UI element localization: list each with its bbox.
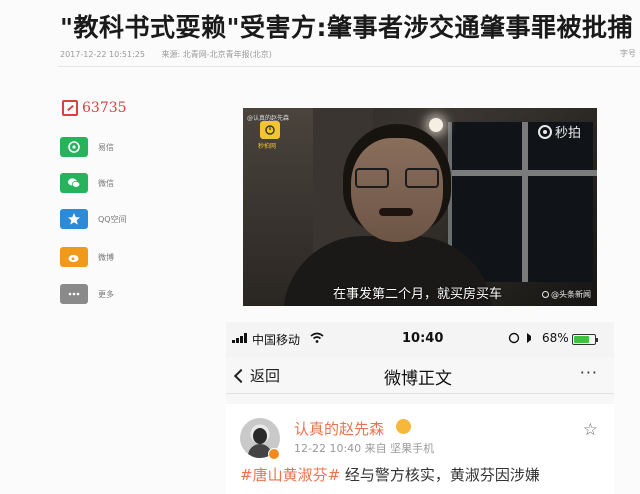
status-time: 10:40	[402, 331, 444, 346]
video-window	[448, 122, 597, 282]
weibo-watermark-icon	[542, 291, 549, 298]
miaopai-logo-icon	[260, 121, 280, 139]
more-options-button[interactable]: ···	[580, 363, 598, 382]
share-label: 微博	[98, 252, 114, 262]
share-label: 微信	[98, 178, 114, 188]
article-timestamp: 2017-12-22 10:51:25	[60, 50, 145, 59]
back-button[interactable]: 返回	[233, 365, 280, 386]
comment-edit-icon	[62, 100, 78, 116]
video-person-glasses	[355, 168, 439, 188]
wechat-icon	[60, 173, 88, 193]
signal-icon	[232, 333, 247, 343]
video-player[interactable]: @认真的赵先森 秒拍网 秒拍 在事发第二个月，就买房买车 @头条新闻	[243, 108, 597, 306]
post-username[interactable]: 认真的赵先森	[294, 418, 384, 439]
yixin-icon	[60, 137, 88, 157]
font-size-link[interactable]: 字号	[620, 48, 636, 59]
video-person-face	[351, 138, 443, 242]
logo-caption: 秒拍网	[258, 143, 277, 150]
post-meta: 12-22 10:40 来自 坚果手机	[294, 442, 435, 455]
weibo-icon	[60, 247, 88, 267]
post-body: 经与警方核实，黄淑芬因涉嫌	[340, 466, 540, 484]
nav-title: 微博正文	[384, 369, 452, 389]
share-more[interactable]: 更多	[60, 284, 180, 304]
share-label: 更多	[98, 289, 114, 299]
comment-count-value: 63735	[82, 100, 127, 116]
share-qzone[interactable]: QQ空间	[60, 209, 180, 229]
video-lamp	[429, 118, 443, 132]
post-text: #唐山黄淑芬# 经与警方核实，黄淑芬因涉嫌	[240, 464, 540, 485]
phone-status-bar: 中国移动 10:40 68%	[226, 322, 614, 358]
share-yixin[interactable]: 易信	[60, 137, 180, 157]
video-subtitle: 在事发第二个月，就买房买车	[333, 287, 503, 302]
qzone-icon	[60, 209, 88, 229]
post-hashtag[interactable]: #唐山黄淑芬#	[240, 466, 340, 484]
page: "教科书式耍赖"受害方:肇事者涉交通肇事罪被批捕 2017-12-22 10:5…	[0, 0, 640, 494]
share-wechat[interactable]: 微信	[60, 173, 180, 193]
battery-icon	[572, 334, 598, 345]
more-icon	[60, 284, 88, 304]
battery-percent: 68%	[542, 331, 569, 345]
carrier-name: 中国移动	[252, 333, 301, 347]
verified-badge-icon	[268, 448, 280, 460]
chevron-left-icon	[233, 368, 249, 384]
share-label: 易信	[98, 142, 114, 152]
status-icons	[508, 332, 531, 344]
weibo-post: 认真的赵先森 12-22 10:40 来自 坚果手机 ☆ #唐山黄淑芬# 经与警…	[226, 404, 614, 494]
weibo-nav-bar: 返回 微博正文 ···	[226, 358, 614, 394]
camera-icon	[537, 124, 552, 139]
share-label: QQ空间	[98, 214, 127, 224]
share-weibo[interactable]: 微博	[60, 247, 180, 267]
miaopai-brand: 秒拍	[537, 122, 581, 141]
weibo-screenshot: 中国移动 10:40 68% 返回 微博正文 ··· 认真的赵先森 12-22 …	[226, 322, 614, 494]
article-headline: "教科书式耍赖"受害方:肇事者涉交通肇事罪被批捕	[60, 13, 634, 42]
article-source[interactable]: 来源: 北青网-北京青年报(北京)	[162, 50, 272, 59]
wifi-icon	[310, 332, 324, 343]
comment-count[interactable]: 63735	[62, 100, 127, 116]
member-crown-icon	[396, 419, 411, 434]
video-watermark: @头条新闻	[542, 289, 591, 300]
star-icon[interactable]: ☆	[583, 420, 598, 440]
header-divider	[58, 66, 640, 67]
article-meta: 2017-12-22 10:51:25 来源: 北青网-北京青年报(北京)	[60, 49, 286, 60]
